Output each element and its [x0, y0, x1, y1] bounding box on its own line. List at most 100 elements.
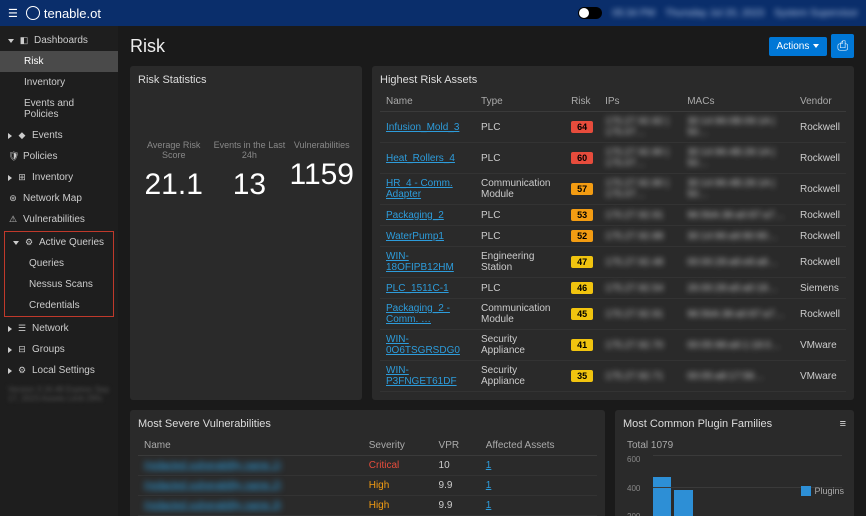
sidebar-active-queries[interactable]: ⚙Active Queries [5, 232, 113, 253]
events-icon: ◆ [17, 130, 27, 141]
sidebar-events[interactable]: ◆Events [0, 125, 118, 146]
vuln-link[interactable]: (redacted vulnerability name 1) [144, 460, 281, 471]
active-queries-highlight: ⚙Active Queries Queries Nessus Scans Cre… [4, 231, 114, 317]
page-title: Risk [130, 36, 165, 57]
asset-link[interactable]: Infusion_Mold_3 [386, 122, 459, 133]
severity: High [363, 476, 433, 496]
vuln-link[interactable]: (redacted vulnerability name 3) [144, 500, 281, 511]
table-row: WaterPump1PLC52175.27.92.8830:14:96:a9:9… [380, 226, 846, 247]
dashboard-icon: ◧ [19, 35, 29, 46]
table-row: Packaging_2 - Comm. …Communication Modul… [380, 299, 846, 330]
risk-badge: 46 [571, 282, 593, 294]
content: Risk Actions ⎙ Risk Statistics Average R… [118, 26, 866, 516]
asset-link[interactable]: PLC_1511C-1 [386, 283, 449, 294]
assets-table: NameTypeRiskIPsMACsVendor Infusion_Mold_… [380, 92, 846, 392]
table-row: (redacted vulnerability name 2)High9.91 [138, 476, 597, 496]
col-header[interactable]: Severity [363, 436, 433, 456]
sidebar-dashboards[interactable]: ◧Dashboards [0, 30, 118, 51]
sidebar-policies[interactable]: 🛡Policies [0, 146, 118, 167]
col-header[interactable]: Risk [565, 92, 599, 112]
policies-icon: 🛡 [8, 151, 18, 162]
asset-link[interactable]: WIN-18OFIPB12HM [386, 251, 454, 273]
sidebar-network[interactable]: ☰Network [0, 318, 118, 339]
panel-menu-icon[interactable]: ≡ [840, 418, 846, 430]
col-header[interactable]: MACs [681, 92, 794, 112]
col-header[interactable]: IPs [599, 92, 681, 112]
most-severe-vuln-panel: Most Severe Vulnerabilities NameSeverity… [130, 410, 605, 516]
table-row: WIN-P3FNGET61DFSecurity Appliance35175.2… [380, 361, 846, 392]
vuln-link[interactable]: (redacted vulnerability name 2) [144, 480, 281, 491]
chart-bar[interactable] [674, 490, 692, 516]
vuln-icon: ⚠ [8, 214, 18, 225]
risk-badge: 53 [571, 209, 593, 221]
severity: High [363, 496, 433, 516]
col-header[interactable]: Type [475, 92, 565, 112]
affected-link[interactable]: 1 [486, 460, 492, 471]
table-row: (redacted vulnerability name 1)Critical1… [138, 456, 597, 476]
affected-link[interactable]: 1 [486, 480, 492, 491]
table-row: HR_4 - Comm. AdapterCommunication Module… [380, 174, 846, 205]
table-row: WIN-18OFIPB12HMEngineering Station47175.… [380, 247, 846, 278]
sidebar: ◧Dashboards Risk Inventory Events and Po… [0, 26, 118, 516]
actions-button[interactable]: Actions [769, 37, 828, 56]
asset-link[interactable]: HR_4 - Comm. Adapter [386, 178, 453, 200]
asset-link[interactable]: WIN-0O6TSGRSDG0 [386, 334, 460, 356]
topbar: ☰ tenable.ot 05:34 PM Thursday Jul 20, 2… [0, 0, 866, 26]
chart-legend: Plugins [801, 486, 844, 496]
assets-title: Highest Risk Assets [380, 74, 846, 86]
asset-link[interactable]: WIN-P3FNGET61DF [386, 365, 457, 387]
groups-icon: ⊟ [17, 344, 27, 355]
inventory-icon: ⊞ [17, 172, 27, 183]
table-row: (redacted vulnerability name 3)High9.91 [138, 496, 597, 516]
sidebar-item-queries[interactable]: Queries [5, 253, 113, 274]
asset-link[interactable]: Packaging_2 [386, 210, 444, 221]
sidebar-inventory[interactable]: ⊞Inventory [0, 167, 118, 188]
asset-link[interactable]: Packaging_2 - Comm. … [386, 303, 450, 325]
asset-link[interactable]: WaterPump1 [386, 231, 444, 242]
theme-toggle[interactable] [578, 7, 602, 19]
risk-badge: 57 [571, 183, 593, 195]
sidebar-vulnerabilities[interactable]: ⚠Vulnerabilities [0, 209, 118, 230]
table-row: Heat_Rollers_4PLC60170.27.92.80 | 175.07… [380, 143, 846, 174]
col-header[interactable]: Name [138, 436, 363, 456]
risk-statistics-panel: Risk Statistics Average Risk Score21.1 E… [130, 66, 362, 400]
settings-icon: ⚙ [17, 365, 27, 376]
app-logo[interactable]: tenable.ot [26, 6, 101, 21]
risk-badge: 45 [571, 308, 593, 320]
sidebar-item-credentials[interactable]: Credentials [5, 295, 113, 316]
col-header[interactable]: Affected Assets [480, 436, 597, 456]
highest-risk-assets-panel: Highest Risk Assets NameTypeRiskIPsMACsV… [372, 66, 854, 400]
risk-badge: 60 [571, 152, 593, 164]
vuln-count: 1159 [289, 158, 354, 192]
col-header[interactable]: Name [380, 92, 475, 112]
queries-icon: ⚙ [24, 237, 34, 248]
sidebar-item-risk[interactable]: Risk [0, 51, 118, 72]
affected-link[interactable]: 1 [486, 500, 492, 511]
export-icon[interactable]: ⎙ [831, 34, 854, 58]
version-info: Version 3.16.48 Expires Sep 17, 2023 Ass… [0, 381, 118, 407]
risk-badge: 64 [571, 121, 593, 133]
sidebar-item-events-policies[interactable]: Events and Policies [0, 93, 118, 125]
date: Thursday Jul 20, 2023 [665, 8, 764, 19]
asset-link[interactable]: Heat_Rollers_4 [386, 153, 455, 164]
sidebar-local-settings[interactable]: ⚙Local Settings [0, 360, 118, 381]
col-header[interactable]: Vendor [794, 92, 846, 112]
table-row: Packaging_2PLC53170.27.92.9196:56A:38:a0… [380, 205, 846, 226]
sidebar-item-nessus-scans[interactable]: Nessus Scans [5, 274, 113, 295]
plugin-total: Total 1079 [627, 440, 842, 451]
clock: 05:34 PM [612, 8, 655, 19]
chart-bar[interactable] [653, 477, 671, 516]
menu-icon[interactable]: ☰ [8, 7, 18, 20]
sidebar-item-inventory-dash[interactable]: Inventory [0, 72, 118, 93]
sidebar-network-map[interactable]: ⊛Network Map [0, 188, 118, 209]
col-header[interactable]: VPR [433, 436, 480, 456]
map-icon: ⊛ [8, 193, 18, 204]
events-24h: 13 [209, 168, 289, 202]
sidebar-groups[interactable]: ⊟Groups [0, 339, 118, 360]
network-icon: ☰ [17, 323, 27, 334]
user-menu[interactable]: System Supervisor [774, 8, 858, 19]
risk-badge: 52 [571, 230, 593, 242]
plugin-families-panel: Most Common Plugin Families≡ Total 1079 … [615, 410, 854, 516]
table-row: PLC_1511C-1PLC46175.27.92.5426:00:28:a5:… [380, 278, 846, 299]
table-row: Infusion_Mold_3PLC64170.27.92.82 | 175.0… [380, 112, 846, 143]
